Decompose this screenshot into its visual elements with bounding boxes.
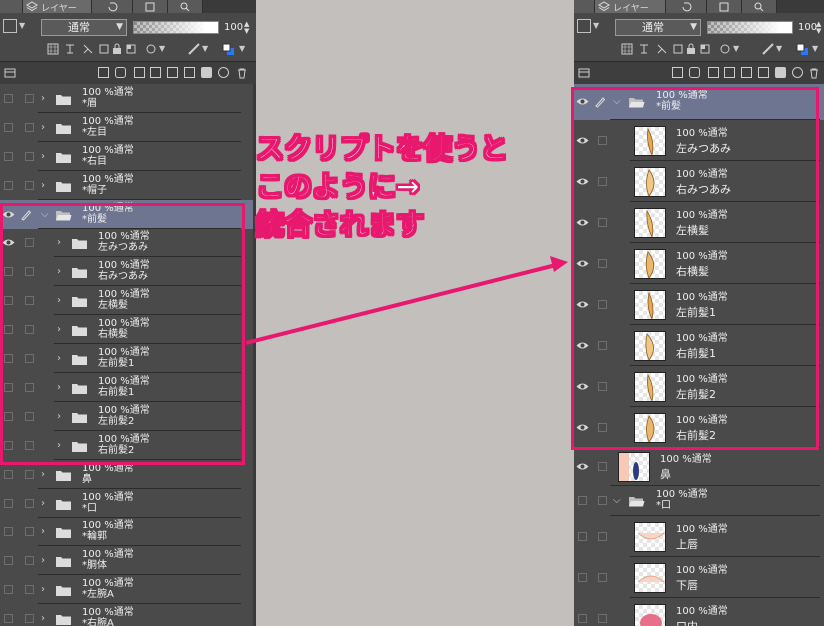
arrow-overlay bbox=[245, 256, 568, 345]
arrow-line bbox=[245, 263, 557, 345]
arrow-head-icon bbox=[550, 256, 568, 272]
